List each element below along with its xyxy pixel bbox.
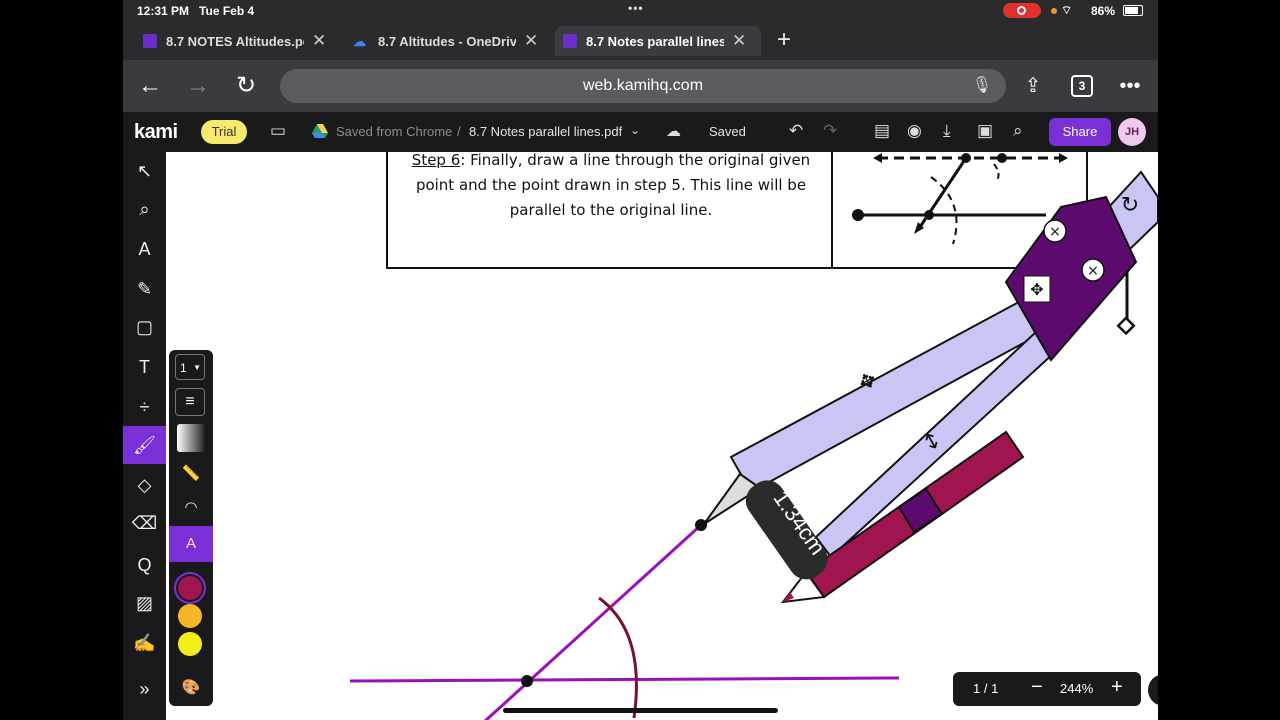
new-tab-button[interactable]: + bbox=[769, 26, 799, 56]
color-palette-icon[interactable]: 🎨 bbox=[175, 674, 207, 702]
tab-onedrive[interactable]: ☁ 8.7 Altitudes - OneDrive ✕ bbox=[345, 26, 555, 56]
svg-text:×: × bbox=[1087, 263, 1099, 279]
chevron-down-icon[interactable]: ⌄ bbox=[630, 123, 640, 137]
forward-button[interactable]: → bbox=[184, 73, 212, 99]
eraser-icon[interactable]: ⌫ bbox=[123, 504, 166, 542]
step-label: Step 6 bbox=[411, 152, 461, 169]
document-canvas[interactable]: × × ↻ ✥ ✥ ↕ Step 6: Finally, draw a line… bbox=[166, 152, 1158, 720]
image-icon[interactable]: ▨ bbox=[123, 584, 166, 622]
battery-icon bbox=[1123, 5, 1143, 16]
read-aloud-icon[interactable]: A bbox=[123, 230, 166, 268]
equation-icon[interactable]: ÷ bbox=[123, 388, 166, 426]
share-button[interactable]: Share bbox=[1049, 118, 1111, 146]
step-6-text: Step 6: Finally, draw a line through the… bbox=[396, 152, 826, 223]
pen-options-toolbar: 1 ▼ ≡ 📏 ◠ A 🎨 bbox=[169, 350, 213, 706]
archive-icon[interactable]: ▭ bbox=[270, 121, 286, 141]
browser-tab-bar: 8.7 NOTES Altitudes.pdf ✕ ☁ 8.7 Altitude… bbox=[123, 22, 1158, 60]
pen-size-select[interactable]: 1 ▼ bbox=[175, 354, 205, 380]
diagram-point bbox=[997, 153, 1007, 163]
file-name[interactable]: 8.7 Notes parallel lines.pdf bbox=[469, 124, 622, 139]
drawn-line bbox=[349, 676, 900, 683]
ipad-screen: 12:31 PM Tue Feb 4 ••• ⌔ 86% 8.7 NOTES A… bbox=[123, 0, 1158, 720]
mic-indicator-icon bbox=[1051, 8, 1057, 14]
signature-icon[interactable]: ✍ bbox=[123, 624, 166, 662]
color-swatch-crimson[interactable] bbox=[178, 576, 202, 600]
compass-tool[interactable]: × × ↻ ✥ ✥ ↕ bbox=[703, 170, 1158, 604]
document-drawing: × × ↻ ✥ ✥ ↕ bbox=[349, 152, 1158, 720]
kami-logo[interactable]: kami bbox=[134, 121, 178, 144]
text-tool-icon[interactable]: T bbox=[123, 348, 166, 386]
color-swatch-yellow[interactable] bbox=[178, 632, 202, 656]
shapes-icon[interactable]: ◇ bbox=[123, 466, 166, 504]
kami-icon bbox=[143, 34, 157, 48]
search-icon[interactable]: ⌕ bbox=[1013, 121, 1023, 141]
reload-button[interactable]: ↻ bbox=[232, 73, 260, 99]
onedrive-icon: ☁ bbox=[353, 34, 366, 49]
url-bar[interactable]: web.kamihq.com 🎙 bbox=[280, 69, 1006, 103]
select-tool-icon[interactable]: ↖ bbox=[123, 152, 166, 190]
tab-notes-altitudes[interactable]: 8.7 NOTES Altitudes.pdf ✕ bbox=[135, 26, 345, 56]
svg-text:✥: ✥ bbox=[1030, 280, 1043, 299]
home-indicator bbox=[503, 708, 778, 713]
saved-from-label: Saved from Chrome bbox=[336, 124, 453, 139]
comment-icon[interactable]: ▢ bbox=[123, 308, 166, 346]
document-icon[interactable]: ▤ bbox=[874, 121, 890, 141]
undo-icon[interactable]: ↶ bbox=[789, 121, 803, 141]
ai-question-icon[interactable]: Q bbox=[123, 546, 166, 584]
view-eye-icon[interactable]: ◉ bbox=[907, 121, 922, 141]
avatar[interactable]: JH bbox=[1118, 118, 1146, 146]
back-button[interactable]: ← bbox=[136, 73, 164, 99]
browser-toolbar: ← → ↻ web.kamihq.com 🎙 ⇪ 3 ••• bbox=[123, 60, 1158, 112]
battery-percent: 86% bbox=[1091, 4, 1116, 18]
wifi-icon: ⌔ bbox=[1061, 3, 1073, 17]
drawn-arc bbox=[598, 596, 638, 719]
zoom-in-button[interactable]: + bbox=[1111, 676, 1123, 699]
tool-sidebar: ↖ ⌕ A ✎ ▢ T ÷ 🖌 ◇ ⌫ Q ▨ ✍ » bbox=[123, 152, 166, 720]
trial-badge[interactable]: Trial bbox=[201, 120, 247, 144]
kami-icon bbox=[563, 34, 577, 48]
protractor-icon[interactable]: ◠ bbox=[175, 494, 207, 522]
intersection-point bbox=[521, 675, 533, 687]
microphone-icon[interactable]: 🎙 bbox=[972, 69, 992, 103]
cloud-check-icon: ☁ bbox=[666, 123, 681, 140]
expand-sidebar-icon[interactable]: » bbox=[123, 670, 166, 708]
close-icon[interactable]: ✕ bbox=[312, 31, 326, 51]
transversal bbox=[916, 157, 968, 231]
tab-switcher-button[interactable]: 3 bbox=[1071, 75, 1093, 97]
more-menu-button[interactable]: ••• bbox=[1116, 73, 1144, 99]
zoom-out-button[interactable]: − bbox=[1031, 676, 1043, 699]
text-select-icon[interactable]: ⌕ bbox=[123, 190, 166, 228]
compass-icon[interactable]: A bbox=[175, 530, 207, 558]
svg-text:×: × bbox=[1049, 224, 1061, 240]
close-icon[interactable]: ✕ bbox=[524, 31, 538, 51]
drawn-transversal bbox=[483, 523, 703, 720]
close-icon[interactable]: ✕ bbox=[732, 31, 746, 51]
opacity-swatch[interactable] bbox=[177, 424, 205, 452]
status-bar: 12:31 PM Tue Feb 4 ••• ⌔ 86% bbox=[123, 0, 1158, 22]
highlighter-icon[interactable]: ✎ bbox=[123, 270, 166, 308]
zoom-level[interactable]: 244% bbox=[1060, 681, 1093, 696]
screen-record-icon[interactable] bbox=[1003, 3, 1041, 18]
drawing-tool-icon[interactable]: 🖌 bbox=[123, 426, 166, 464]
saved-status: Saved bbox=[709, 124, 746, 139]
status-time: 12:31 PM Tue Feb 4 bbox=[137, 4, 255, 18]
kami-toolbar: kami Trial ▭ Saved from Chrome / 8.7 Not… bbox=[123, 112, 1158, 152]
ruler-icon[interactable]: 📏 bbox=[175, 460, 207, 488]
line-style-button[interactable]: ≡ bbox=[175, 388, 205, 416]
tab-parallel-lines[interactable]: 8.7 Notes parallel lines ✕ bbox=[555, 26, 761, 56]
svg-text:↻: ↻ bbox=[1121, 193, 1139, 218]
step-body: : Finally, draw a line through the origi… bbox=[415, 152, 811, 219]
share-sheet-button[interactable]: ⇪ bbox=[1019, 73, 1047, 99]
color-swatch-orange[interactable] bbox=[178, 604, 202, 628]
multitask-dots-icon[interactable]: ••• bbox=[628, 1, 644, 15]
download-icon[interactable]: ⤓ bbox=[943, 121, 951, 141]
caret-down-icon: ▼ bbox=[193, 363, 201, 372]
redo-icon[interactable]: ↷ bbox=[823, 121, 837, 141]
page-indicator[interactable]: 1 / 1 bbox=[973, 681, 998, 696]
zoom-controls: 1 / 1 − 244% + bbox=[953, 672, 1141, 706]
google-drive-icon bbox=[312, 124, 328, 138]
toolbox-icon[interactable]: ▣ bbox=[977, 121, 993, 141]
path-separator: / bbox=[457, 124, 461, 139]
